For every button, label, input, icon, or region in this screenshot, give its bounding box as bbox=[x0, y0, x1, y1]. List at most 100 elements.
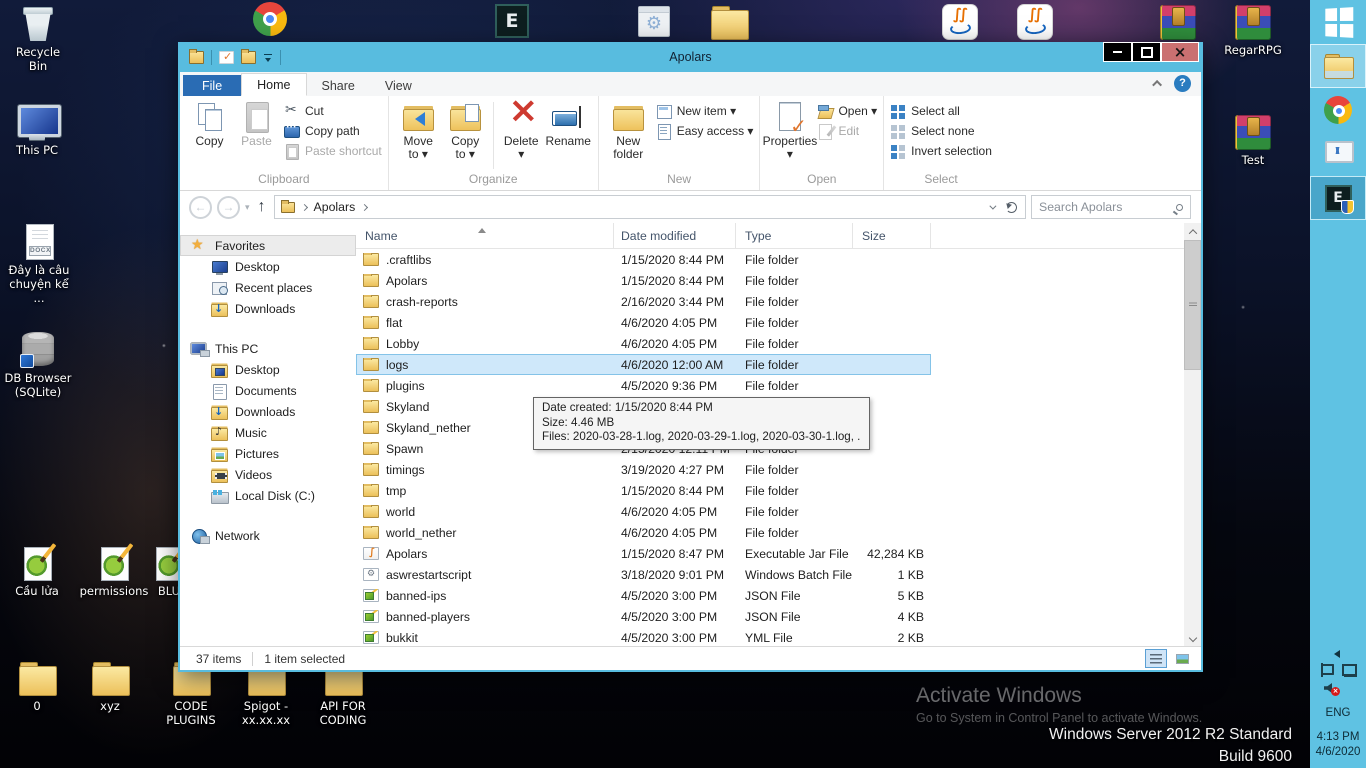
desktop-icon[interactable]: 0 bbox=[5, 660, 69, 713]
ribbon-button[interactable]: Select all bbox=[890, 103, 992, 119]
Apolars[interactable]: Apolars 1/15/2020 8:47 PM Executable Jar… bbox=[356, 543, 931, 564]
ribbon-button[interactable]: Invert selection bbox=[890, 143, 992, 159]
nav-item[interactable]: Favorites bbox=[180, 235, 356, 256]
details-view-button[interactable] bbox=[1145, 649, 1167, 668]
desktop-icon[interactable]: RegarRPG bbox=[1221, 5, 1285, 57]
ribbon-button[interactable]: Delete ▾ bbox=[498, 100, 545, 162]
desktop-icon[interactable] bbox=[238, 2, 302, 39]
help-icon[interactable]: ? bbox=[1174, 75, 1191, 92]
desktop-icon[interactable]: Cầu lửa bbox=[5, 545, 69, 598]
world_nether[interactable]: world_nether 4/6/2020 4:05 PM File folde… bbox=[356, 522, 931, 543]
ribbon-button[interactable]: Easy access ▾ bbox=[656, 123, 754, 139]
nav-item[interactable]: Documents bbox=[180, 380, 356, 401]
flat[interactable]: flat 4/6/2020 4:05 PM File folder bbox=[356, 312, 931, 333]
scroll-down-icon[interactable] bbox=[1184, 629, 1201, 646]
ribbon-tab[interactable]: Share bbox=[307, 75, 370, 96]
nav-item[interactable]: Videos bbox=[180, 464, 356, 485]
chrome[interactable] bbox=[1310, 88, 1366, 132]
Lobby[interactable]: Lobby 4/6/2020 4:05 PM File folder bbox=[356, 333, 931, 354]
ribbon-button[interactable]: Edit bbox=[817, 123, 877, 139]
up-button[interactable]: ↑ bbox=[255, 199, 269, 215]
Apolars[interactable]: Apolars 1/15/2020 8:44 PM File folder bbox=[356, 270, 931, 291]
nav-item[interactable]: Downloads bbox=[180, 298, 356, 319]
nav-item[interactable]: Music bbox=[180, 422, 356, 443]
scrollbar-thumb[interactable] bbox=[1184, 240, 1201, 370]
volume-muted-icon[interactable] bbox=[1324, 682, 1338, 694]
ribbon-button[interactable]: New item ▾ bbox=[656, 103, 754, 119]
close-button[interactable] bbox=[1161, 42, 1199, 62]
refresh-icon[interactable] bbox=[1006, 202, 1017, 213]
minimize-button[interactable] bbox=[1103, 42, 1132, 62]
ribbon-button[interactable]: Move to ▾ bbox=[395, 100, 442, 162]
desktop-icon[interactable] bbox=[1146, 5, 1210, 43]
eclipse[interactable] bbox=[1310, 176, 1366, 220]
column-header-size[interactable]: Size bbox=[853, 223, 931, 248]
ribbon-button[interactable]: Cut bbox=[284, 103, 382, 119]
nav-item[interactable]: Network bbox=[180, 525, 356, 546]
logs[interactable]: logs 4/6/2020 12:00 AM File folder bbox=[356, 354, 931, 375]
plugins[interactable]: plugins 4/5/2020 9:36 PM File folder bbox=[356, 375, 931, 396]
timings[interactable]: timings 3/19/2020 4:27 PM File folder bbox=[356, 459, 931, 480]
maximize-button[interactable] bbox=[1132, 42, 1161, 62]
desktop-icon[interactable] bbox=[622, 6, 686, 40]
ribbon-button[interactable]: Properties ▾ bbox=[766, 100, 813, 162]
desktop-icon[interactable]: Đây là câu chuyện kể ... bbox=[5, 224, 73, 305]
address-dropdown-icon[interactable] bbox=[989, 202, 996, 209]
desktop-icon[interactable] bbox=[697, 4, 761, 43]
desktop-icon[interactable] bbox=[480, 4, 544, 41]
hidden-icons-chevron-icon[interactable] bbox=[1330, 650, 1340, 658]
ribbon-button[interactable]: Rename bbox=[545, 100, 592, 162]
ribbon-button[interactable]: Copy path bbox=[284, 123, 382, 139]
scroll-up-icon[interactable] bbox=[1184, 223, 1201, 240]
ribbon-tab[interactable]: File bbox=[183, 75, 241, 96]
ribbon-button[interactable]: Paste bbox=[233, 100, 280, 149]
column-header-type[interactable]: Type bbox=[736, 223, 853, 248]
chevron-right-icon[interactable] bbox=[300, 203, 307, 210]
desktop-icon[interactable]: xyz bbox=[78, 660, 142, 713]
breadcrumb-item[interactable]: Apolars bbox=[314, 200, 356, 214]
file-explorer[interactable] bbox=[1310, 44, 1366, 88]
ribbon-button[interactable]: New folder bbox=[605, 100, 652, 162]
ribbon-button[interactable]: Paste shortcut bbox=[284, 143, 382, 159]
history-caret-icon[interactable]: ▾ bbox=[245, 202, 250, 213]
desktop-icon[interactable]: Recycle Bin bbox=[6, 6, 70, 73]
bukkit[interactable]: bukkit 4/5/2020 3:00 PM YML File 2 KB bbox=[356, 627, 931, 646]
search-icon[interactable] bbox=[1176, 204, 1183, 211]
start-button[interactable] bbox=[1310, 0, 1366, 44]
crash-reports[interactable]: crash-reports 2/16/2020 3:44 PM File fol… bbox=[356, 291, 931, 312]
back-button[interactable]: ← bbox=[189, 196, 212, 219]
title-bar[interactable]: Apolars bbox=[180, 42, 1201, 72]
input-language[interactable]: ENG bbox=[1326, 707, 1351, 719]
nav-item[interactable]: This PC bbox=[180, 338, 356, 359]
column-header-date-modified[interactable]: Date modified bbox=[614, 223, 736, 248]
task-manager[interactable] bbox=[1310, 132, 1366, 176]
desktop-icon[interactable]: DB Browser (SQLite) bbox=[2, 332, 74, 399]
nav-item[interactable]: Downloads bbox=[180, 401, 356, 422]
action-center-flag-icon[interactable] bbox=[1320, 663, 1333, 677]
clock[interactable]: 4:13 PM 4/6/2020 bbox=[1316, 730, 1361, 760]
ribbon-tab[interactable]: View bbox=[370, 75, 427, 96]
banned-players[interactable]: banned-players 4/5/2020 3:00 PM JSON Fil… bbox=[356, 606, 931, 627]
nav-item[interactable]: Pictures bbox=[180, 443, 356, 464]
ribbon-button[interactable]: Open ▾ bbox=[817, 103, 877, 119]
desktop-icon[interactable]: Test bbox=[1221, 115, 1285, 167]
world[interactable]: world 4/6/2020 4:05 PM File folder bbox=[356, 501, 931, 522]
ribbon-button[interactable]: Select none bbox=[890, 123, 992, 139]
ribbon-button[interactable]: Copy to ▾ bbox=[442, 100, 489, 162]
ribbon-button[interactable]: Copy bbox=[186, 100, 233, 149]
desktop-icon[interactable]: This PC bbox=[5, 104, 69, 157]
forward-button[interactable]: → bbox=[217, 196, 240, 219]
vertical-scrollbar[interactable] bbox=[1184, 223, 1201, 646]
nav-item[interactable]: Desktop bbox=[180, 359, 356, 380]
nav-item[interactable]: Local Disk (C:) bbox=[180, 485, 356, 506]
chevron-right-icon[interactable] bbox=[361, 203, 368, 210]
nav-item[interactable]: Recent places bbox=[180, 277, 356, 298]
banned-ips[interactable]: banned-ips 4/5/2020 3:00 PM JSON File 5 … bbox=[356, 585, 931, 606]
desktop-icon[interactable] bbox=[1003, 5, 1067, 42]
collapse-ribbon-icon[interactable] bbox=[1152, 80, 1162, 90]
desktop-icon[interactable] bbox=[928, 5, 992, 42]
ribbon-tab[interactable]: Home bbox=[241, 73, 306, 96]
.craftlibs[interactable]: .craftlibs 1/15/2020 8:44 PM File folder bbox=[356, 249, 931, 270]
breadcrumb[interactable]: Apolars bbox=[274, 195, 1026, 219]
aswrestartscript[interactable]: aswrestartscript 3/18/2020 9:01 PM Windo… bbox=[356, 564, 931, 585]
